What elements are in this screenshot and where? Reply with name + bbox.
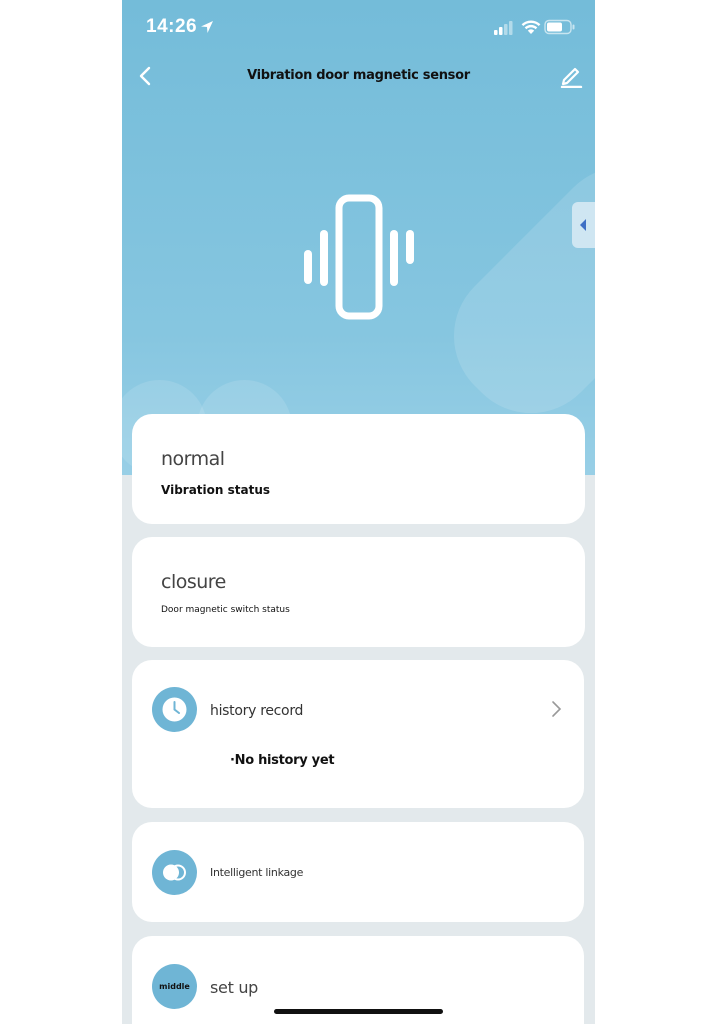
clock-icon <box>162 697 187 722</box>
page-title: Vibration door magnetic sensor <box>247 68 470 83</box>
intelligent-linkage-label: Intelligent linkage <box>210 866 304 879</box>
status-time: 14:26 <box>146 16 198 37</box>
setup-icon-text: middle <box>159 982 190 991</box>
history-empty-text: ·No history yet <box>230 753 335 768</box>
status-bar: 14:26 <box>122 0 595 56</box>
decorative-stripe <box>424 137 595 443</box>
door-status-value: closure <box>161 571 226 593</box>
pencil-icon <box>560 67 583 89</box>
vibration-status-card: normal Vibration status <box>132 414 585 524</box>
chevron-right-icon <box>552 701 562 717</box>
wifi-icon <box>521 20 541 34</box>
side-panel-toggle[interactable] <box>572 202 595 248</box>
cellular-signal-icon <box>494 21 513 35</box>
hero-banner: 14:26 Vibration door magnetic sensor <box>122 0 595 475</box>
battery-icon <box>544 19 575 35</box>
toggle-icon <box>163 864 186 881</box>
vibration-status-value: normal <box>161 448 225 470</box>
history-record-label: history record <box>210 703 304 719</box>
nav-bar: Vibration door magnetic sensor <box>122 56 595 96</box>
app-screen: 14:26 Vibration door magnetic sensor nor… <box>122 0 595 1024</box>
door-status-label: Door magnetic switch status <box>161 605 290 615</box>
intelligent-linkage-card[interactable]: Intelligent linkage <box>132 822 584 922</box>
home-indicator[interactable] <box>274 1009 443 1014</box>
vibration-sensor-icon <box>304 194 414 320</box>
linkage-icon-circle <box>152 850 197 895</box>
triangle-left-icon <box>580 219 586 231</box>
setup-icon-circle: middle <box>152 964 197 1009</box>
history-icon-circle <box>152 687 197 732</box>
location-arrow-icon <box>201 21 213 33</box>
door-status-card: closure Door magnetic switch status <box>132 537 585 647</box>
history-record-card[interactable]: history record ·No history yet <box>132 660 584 808</box>
edit-button[interactable] <box>559 62 583 89</box>
vibration-status-label: Vibration status <box>161 483 271 497</box>
setup-label: set up <box>210 978 259 997</box>
